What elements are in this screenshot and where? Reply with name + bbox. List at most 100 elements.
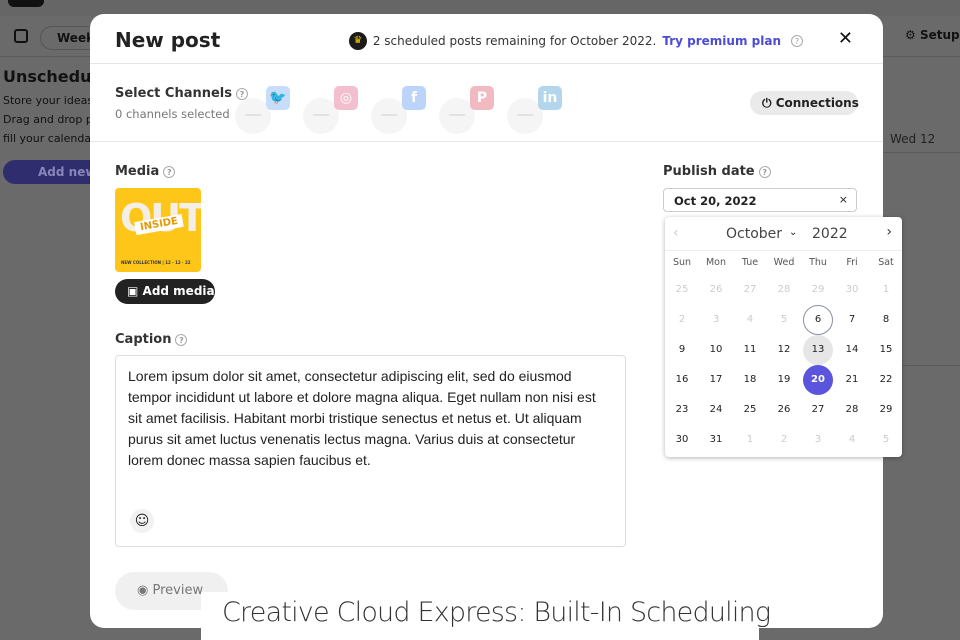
- calendar-day: 2: [678, 314, 686, 325]
- add-media-label: Add media: [142, 284, 215, 298]
- add-media-button[interactable]: ▣ Add media: [115, 279, 215, 304]
- app-logo: [8, 0, 44, 7]
- media-thumbnail[interactable]: OUT INSIDE NEW COLLECTION | 12 · 12 · 22: [115, 188, 201, 272]
- sidebar-text: Drag and drop posts to: [3, 113, 90, 126]
- label-text: Select Channels: [115, 86, 232, 101]
- calendar-day: 30: [845, 284, 859, 295]
- channel-instagram[interactable]: ◎: [303, 84, 363, 134]
- calendar-day[interactable]: 27: [803, 395, 833, 425]
- calendar-day: 1: [882, 284, 890, 295]
- calendar-day[interactable]: 22: [871, 365, 901, 395]
- calendar-day[interactable]: 19: [769, 365, 799, 395]
- year-value[interactable]: 2022: [812, 226, 848, 242]
- calendar-day[interactable]: 31: [701, 425, 731, 455]
- quota-notice: ♛ 2 scheduled posts remaining for Octobe…: [348, 32, 803, 50]
- calendar-day: 25: [675, 284, 689, 295]
- divider: [90, 63, 883, 64]
- date-picker-header: ‹ October ⌄ 2022 ›: [665, 217, 902, 251]
- calendar-day[interactable]: 24: [701, 395, 731, 425]
- calendar-day[interactable]: 26: [769, 395, 799, 425]
- label-text: Publish date: [663, 164, 755, 179]
- channel-linkedin[interactable]: in: [507, 84, 567, 134]
- calendar-day: 1: [746, 434, 754, 445]
- banner-text: Creative Cloud Express: Built-In Schedul…: [222, 597, 771, 628]
- weekday-label: Thu: [809, 257, 827, 268]
- label-text: Media: [115, 164, 160, 179]
- channel-twitter[interactable]: 🐦: [235, 84, 295, 134]
- setup-button[interactable]: ⚙ Setup: [905, 28, 960, 42]
- weekday-label: Fri: [846, 257, 858, 268]
- instagram-icon: ◎: [334, 86, 358, 110]
- calendar-day[interactable]: 9: [667, 335, 697, 365]
- calendar-day[interactable]: 10: [701, 335, 731, 365]
- eye-icon: ◉: [137, 583, 149, 598]
- publish-date-input[interactable]: Oct 20, 2022 ×: [663, 188, 857, 212]
- unscheduled-title: Unscheduled: [3, 67, 90, 86]
- divider: [90, 141, 883, 142]
- help-icon[interactable]: ?: [791, 35, 803, 47]
- date-picker: ‹ October ⌄ 2022 › Sun Mon Tue Wed Thu Fri Sat…: [665, 217, 902, 457]
- add-new-button[interactable]: Add new: [3, 160, 103, 184]
- sidebar-text: Store your ideas here.: [3, 94, 90, 107]
- divider: [883, 152, 960, 153]
- calendar-day[interactable]: 6: [803, 305, 833, 335]
- setup-label: Setup: [919, 28, 960, 42]
- twitter-icon: 🐦: [266, 86, 290, 110]
- calendar-day: 3: [712, 314, 720, 325]
- preview-label: Preview: [152, 583, 204, 598]
- calendar-day[interactable]: 18: [735, 365, 765, 395]
- facebook-icon: f: [402, 86, 426, 110]
- calendar-icon[interactable]: [14, 29, 28, 43]
- next-month-icon[interactable]: ›: [886, 224, 892, 240]
- calendar-day[interactable]: 12: [769, 335, 799, 365]
- connections-button[interactable]: ⏻ Connections: [750, 91, 859, 115]
- calendar-day[interactable]: 15: [871, 335, 901, 365]
- calendar-day[interactable]: 7: [837, 305, 867, 335]
- crown-icon: ♛: [348, 32, 367, 50]
- pinterest-icon: P: [470, 86, 494, 110]
- calendar-day[interactable]: 16: [667, 365, 697, 395]
- calendar-day[interactable]: 25: [735, 395, 765, 425]
- calendar-day[interactable]: 13: [803, 335, 833, 365]
- calendar-day[interactable]: 8: [871, 305, 901, 335]
- channel-facebook[interactable]: f: [371, 84, 431, 134]
- help-icon[interactable]: ?: [163, 165, 176, 178]
- day-header: Wed 12: [890, 132, 936, 146]
- calendar-day[interactable]: 21: [837, 365, 867, 395]
- dash: [381, 114, 397, 116]
- weekday-label: Wed: [773, 257, 795, 268]
- emoji-icon[interactable]: ☺: [130, 509, 154, 533]
- weekday-label: Tue: [741, 257, 759, 268]
- calendar-day: 28: [777, 284, 791, 295]
- calendar-day[interactable]: 29: [871, 395, 901, 425]
- image-icon: ▣: [127, 284, 139, 298]
- caption-textarea[interactable]: Lorem ipsum dolor sit amet, consectetur …: [115, 355, 626, 547]
- caption-label: Caption?: [115, 332, 188, 347]
- selected-day[interactable]: 20: [803, 365, 833, 395]
- channel-pinterest[interactable]: P: [439, 84, 499, 134]
- calendar-day: 5: [780, 314, 788, 325]
- calendar-day[interactable]: 11: [735, 335, 765, 365]
- help-icon[interactable]: ?: [175, 333, 188, 346]
- plug-icon: ⏻: [762, 96, 772, 110]
- calendar-day[interactable]: 17: [701, 365, 731, 395]
- calendar-day: 4: [746, 314, 754, 325]
- thumb-footer: NEW COLLECTION | 12 · 12 · 22: [121, 260, 191, 265]
- help-icon[interactable]: ?: [758, 165, 771, 178]
- date-value: Oct 20, 2022: [674, 194, 757, 208]
- chevron-down-icon[interactable]: ⌄: [789, 227, 797, 238]
- dash: [517, 114, 533, 116]
- calendar-day[interactable]: 28: [837, 395, 867, 425]
- close-button[interactable]: ✕: [838, 28, 853, 49]
- calendar-day: 2: [780, 434, 788, 445]
- quota-text: 2 scheduled posts remaining for October …: [372, 34, 657, 48]
- calendar-day[interactable]: 23: [667, 395, 697, 425]
- media-label: Media?: [115, 164, 176, 179]
- calendar-day[interactable]: 30: [667, 425, 697, 455]
- calendar-day[interactable]: 14: [837, 335, 867, 365]
- month-select[interactable]: October: [726, 226, 782, 242]
- prev-month-icon[interactable]: ‹: [673, 225, 679, 241]
- calendar-day: 29: [811, 284, 825, 295]
- try-premium-link[interactable]: Try premium plan: [662, 34, 781, 48]
- clear-date-button[interactable]: ×: [839, 193, 848, 206]
